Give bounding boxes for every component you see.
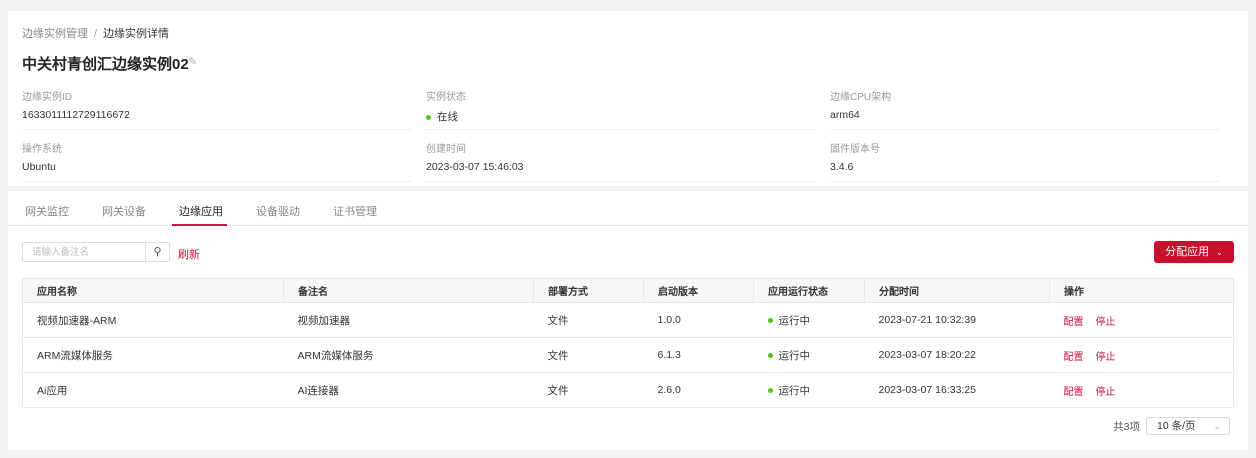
field-cpu-arch: 边缘CPU架构 arm64 (830, 88, 1220, 130)
refresh-button[interactable]: 刷新 (178, 246, 200, 262)
config-button[interactable]: 配置 (1064, 352, 1084, 363)
breadcrumb-separator: / (94, 28, 98, 40)
cell-version: 6.1.3 (643, 337, 754, 373)
cell-remark: ARM流媒体服务 (283, 337, 534, 373)
cell-time: 2023-07-21 10:32:39 (864, 302, 1050, 338)
config-button[interactable]: 配置 (1064, 317, 1084, 328)
page-title: 中关村青创汇边缘实例02 (22, 56, 189, 73)
stop-button[interactable]: 停止 (1096, 317, 1116, 328)
status-text: 运行中 (778, 384, 811, 397)
cell-actions: 配置 停止 (1049, 302, 1234, 338)
field-value: 1633011112729116672 (22, 109, 130, 121)
table-row: Ai应用 AI连接器 文件 2.6.0 运行中 2023-03-07 16:33… (22, 372, 1234, 408)
col-deploy: 部署方式 (533, 278, 644, 303)
chevron-down-icon: ⌄ (1216, 248, 1223, 257)
status-text: 运行中 (778, 314, 811, 327)
active-tab-indicator (172, 224, 227, 226)
field-label: 固件版本号 (830, 144, 880, 155)
cell-time: 2023-03-07 16:33:25 (864, 372, 1050, 408)
cell-version: 2.6.0 (643, 372, 754, 408)
apps-table: 应用名称 备注名 部署方式 启动版本 应用运行状态 分配时间 操作 视频加速器-… (22, 278, 1234, 408)
edit-icon[interactable]: ✎ (188, 55, 197, 68)
breadcrumb: 边缘实例管理 / 边缘实例详情 (22, 25, 169, 41)
tab-gateway-monitor[interactable]: 网关监控 (25, 203, 69, 219)
field-value: 3.4.6 (830, 161, 854, 173)
search-input[interactable] (23, 243, 145, 261)
field-label: 创建时间 (426, 144, 466, 155)
tab-bar: 网关监控 网关设备 边缘应用 设备驱动 证书管理 (8, 191, 1248, 226)
tab-device-drivers[interactable]: 设备驱动 (256, 203, 300, 219)
cell-actions: 配置 停止 (1049, 372, 1234, 408)
cell-remark: AI连接器 (283, 372, 534, 408)
col-version: 启动版本 (643, 278, 754, 303)
chevron-down-icon: ⌄ (1213, 421, 1221, 431)
status-dot-icon (426, 114, 431, 120)
cell-app-name: 视频加速器-ARM (22, 302, 284, 338)
stop-button[interactable]: 停止 (1096, 352, 1116, 363)
status-text: 运行中 (778, 349, 811, 362)
field-instance-id: 边缘实例ID 1633011112729116672 (22, 88, 412, 130)
table-row: ARM流媒体服务 ARM流媒体服务 文件 6.1.3 运行中 2023-03-0… (22, 337, 1234, 373)
cell-status: 运行中 (753, 337, 865, 373)
status-dot-icon (767, 353, 773, 359)
page-size-value: 10 条/页 (1157, 420, 1196, 432)
cell-app-name: Ai应用 (22, 372, 284, 408)
table-row: 视频加速器-ARM 视频加速器 文件 1.0.0 运行中 2023-07-21 … (22, 302, 1234, 338)
field-firmware: 固件版本号 3.4.6 (830, 140, 1220, 182)
col-status: 应用运行状态 (753, 278, 865, 303)
apps-card: 网关监控 网关设备 边缘应用 设备驱动 证书管理 ⚲ 刷新 分配应用 ⌄ 应用名… (8, 191, 1248, 450)
cell-deploy: 文件 (533, 302, 644, 338)
total-count: 共3项 (1113, 420, 1140, 433)
cell-version: 1.0.0 (643, 302, 754, 338)
instance-info-card: 边缘实例管理 / 边缘实例详情 中关村青创汇边缘实例02 ✎ 边缘实例ID 16330… (8, 11, 1248, 186)
field-os: 操作系统 Ubuntu (22, 140, 412, 182)
field-status: 实例状态 在线 (426, 88, 816, 130)
search-box: ⚲ (22, 242, 170, 262)
stop-button[interactable]: 停止 (1096, 387, 1116, 398)
col-time: 分配时间 (864, 278, 1050, 303)
cell-app-name: ARM流媒体服务 (22, 337, 284, 373)
assign-app-label: 分配应用 (1165, 246, 1210, 258)
field-label: 操作系统 (22, 144, 62, 155)
field-value: 在线 (437, 111, 458, 123)
cell-deploy: 文件 (533, 372, 644, 408)
pagination: 共3项 10 条/页 ⌄ (1113, 417, 1230, 435)
col-app-name: 应用名称 (22, 278, 284, 303)
cell-deploy: 文件 (533, 337, 644, 373)
field-label: 实例状态 (426, 92, 466, 103)
cell-remark: 视频加速器 (283, 302, 534, 338)
tab-certificates[interactable]: 证书管理 (333, 203, 377, 219)
field-value: 2023-03-07 15:46:03 (426, 161, 524, 173)
field-created: 创建时间 2023-03-07 15:46:03 (426, 140, 816, 182)
field-label: 边缘实例ID (22, 92, 72, 103)
page-size-select[interactable]: 10 条/页 ⌄ (1146, 417, 1230, 435)
tab-gateway-devices[interactable]: 网关设备 (102, 203, 146, 219)
cell-actions: 配置 停止 (1049, 337, 1234, 373)
cell-time: 2023-03-07 18:20:22 (864, 337, 1050, 373)
assign-app-button[interactable]: 分配应用 ⌄ (1154, 241, 1234, 263)
breadcrumb-parent[interactable]: 边缘实例管理 (22, 28, 88, 40)
field-value: arm64 (830, 109, 860, 121)
status-dot-icon (767, 318, 773, 324)
cell-status: 运行中 (753, 302, 865, 338)
cell-status: 运行中 (753, 372, 865, 408)
tab-edge-apps[interactable]: 边缘应用 (179, 203, 223, 219)
field-label: 边缘CPU架构 (830, 92, 892, 103)
search-icon[interactable]: ⚲ (145, 243, 169, 261)
field-value: Ubuntu (22, 161, 56, 173)
status-dot-icon (767, 388, 773, 394)
config-button[interactable]: 配置 (1064, 387, 1084, 398)
col-actions: 操作 (1049, 278, 1234, 303)
breadcrumb-current: 边缘实例详情 (103, 28, 170, 40)
col-remark: 备注名 (283, 278, 534, 303)
